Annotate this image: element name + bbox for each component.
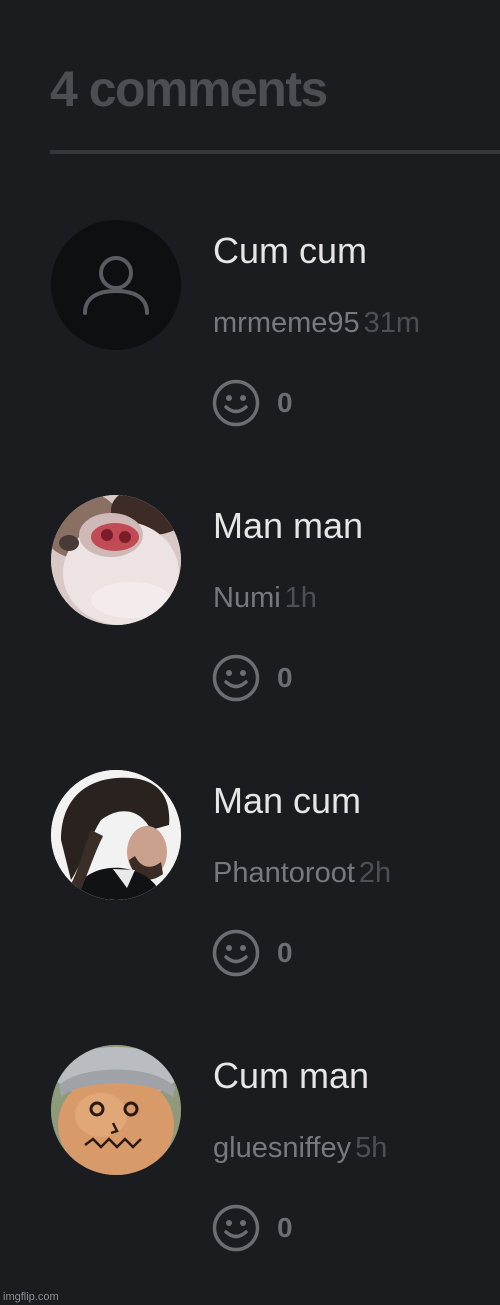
comment-item: Cum man gluesniffey 5h 0 (0, 1045, 500, 1285)
comment-item: Man cum Phantoroot 2h 0 (0, 770, 500, 1010)
default-user-icon (83, 256, 149, 315)
comment-item: Cum cum mrmeme95 31m 0 (0, 220, 500, 460)
comment-meta: Numi 1h (213, 581, 317, 615)
avatar[interactable] (51, 220, 181, 350)
smiley-reaction-icon[interactable] (211, 378, 261, 428)
comment-timestamp: 5h (355, 1132, 388, 1164)
smiley-reaction-icon[interactable] (211, 653, 261, 703)
username-link[interactable]: Numi (213, 582, 281, 614)
avatar[interactable] (51, 495, 181, 625)
comment-text: Cum cum (213, 230, 368, 271)
drawn-face-photo-avatar (51, 1045, 181, 1175)
comment-meta: mrmeme95 31m (213, 306, 420, 340)
comment-text: Man cum (213, 780, 362, 821)
header-divider (50, 150, 500, 154)
username-link[interactable]: Phantoroot (213, 857, 355, 889)
comment-meta: gluesniffey 5h (213, 1131, 387, 1165)
reaction-count: 0 (277, 937, 293, 968)
reaction-control: 0 (211, 378, 293, 428)
person-photo-avatar (51, 770, 181, 900)
smiley-reaction-icon[interactable] (211, 928, 261, 978)
avatar[interactable] (51, 1045, 181, 1175)
comments-title: 4 comments (50, 61, 328, 117)
imgflip-watermark: imgflip.com (3, 1291, 59, 1303)
animal-photo-avatar (51, 495, 181, 625)
reaction-control: 0 (211, 653, 293, 703)
comment-timestamp: 31m (363, 307, 421, 339)
comment-timestamp: 2h (358, 857, 392, 889)
comment-text: Cum man (213, 1055, 370, 1096)
reaction-control: 0 (211, 928, 293, 978)
comment-text: Man man (213, 505, 364, 546)
username-link[interactable]: mrmeme95 (213, 307, 360, 339)
username-link[interactable]: gluesniffey (213, 1132, 351, 1164)
comment-meta: Phantoroot 2h (213, 856, 391, 890)
reaction-count: 0 (277, 387, 293, 418)
smiley-reaction-icon[interactable] (211, 1203, 261, 1253)
comment-item: Man man Numi 1h 0 (0, 495, 500, 735)
reaction-count: 0 (277, 662, 293, 693)
comment-timestamp: 1h (284, 582, 317, 614)
reaction-control: 0 (211, 1203, 293, 1253)
avatar[interactable] (51, 770, 181, 900)
reaction-count: 0 (277, 1212, 293, 1243)
